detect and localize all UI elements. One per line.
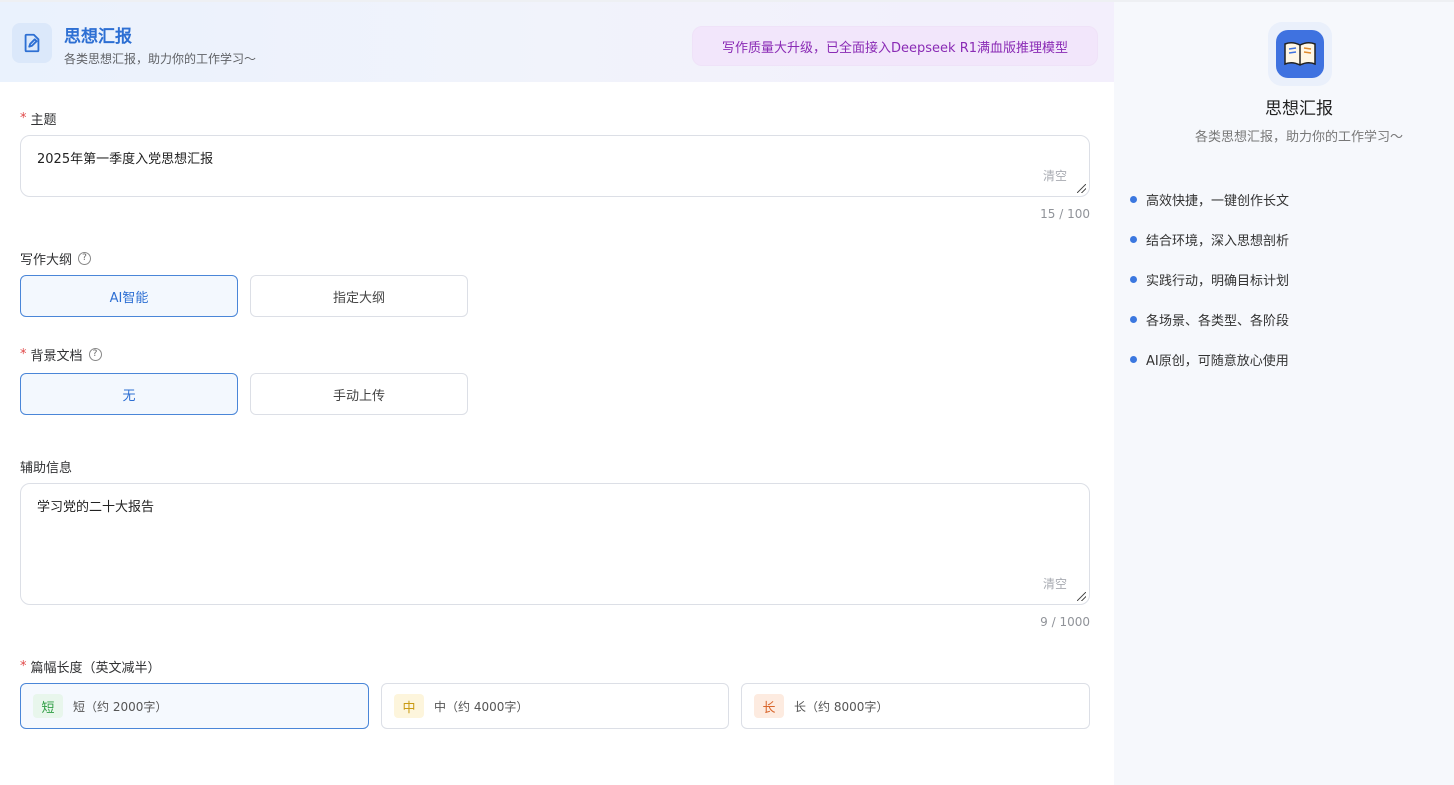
length-label: * 篇幅长度（英文减半） xyxy=(20,659,161,676)
app-subtitle: 各类思想汇报，助力你的工作学习～ xyxy=(64,52,257,66)
aux-info-counter: 9 / 1000 xyxy=(1040,615,1090,629)
length-option-short[interactable]: 短 短（约 2000字） xyxy=(20,683,369,729)
length-option-long[interactable]: 长 长（约 8000字） xyxy=(741,683,1090,729)
background-doc-option-upload[interactable]: 手动上传 xyxy=(250,373,468,415)
app-logo xyxy=(1268,22,1332,86)
question-circle-icon[interactable]: ? xyxy=(88,348,102,361)
topic-label: * 主题 xyxy=(20,111,57,128)
bullet-dot-icon xyxy=(1130,196,1137,203)
resize-handle[interactable] xyxy=(1077,592,1086,601)
feature-item: 结合环境，深入思想剖析 xyxy=(1130,230,1289,249)
sidebar-title: 思想汇报 xyxy=(1265,99,1333,119)
length-text-short: 短（约 2000字） xyxy=(73,699,168,714)
header-bar: 思想汇报 各类思想汇报，助力你的工作学习～ 写作质量大升级，已全面接入Deeps… xyxy=(0,2,1114,82)
outline-label: 写作大纲 ? xyxy=(20,249,92,268)
bullet-dot-icon xyxy=(1130,276,1137,283)
edit-document-icon xyxy=(12,23,52,63)
feature-item: AI原创，可随意放心使用 xyxy=(1130,350,1289,369)
outline-option-custom[interactable]: 指定大纲 xyxy=(250,275,468,317)
aux-info-value: 学习党的二十大报告 xyxy=(37,500,155,515)
question-circle-icon[interactable]: ? xyxy=(78,252,92,265)
length-text-long: 长（约 8000字） xyxy=(794,699,889,714)
length-tag-long: 长 xyxy=(754,694,784,718)
required-mark: * xyxy=(20,111,27,126)
app-title: 思想汇报 xyxy=(64,27,132,47)
resize-handle[interactable] xyxy=(1077,184,1086,193)
main-panel: 思想汇报 各类思想汇报，助力你的工作学习～ 写作质量大升级，已全面接入Deeps… xyxy=(0,2,1114,785)
topic-value: 2025年第一季度入党思想汇报 xyxy=(37,152,214,167)
aux-info-label: 辅助信息 xyxy=(20,461,73,476)
sidebar-panel: 思想汇报 各类思想汇报，助力你的工作学习～ 高效快捷，一键创作长文 结合环境，深… xyxy=(1114,2,1454,785)
topic-counter: 15 / 100 xyxy=(1040,207,1090,221)
background-doc-label: * 背景文档 ? xyxy=(20,345,102,364)
bullet-dot-icon xyxy=(1130,236,1137,243)
feature-item: 各场景、各类型、各阶段 xyxy=(1130,310,1289,329)
promo-banner[interactable]: 写作质量大升级，已全面接入Deepseek R1满血版推理模型 xyxy=(692,26,1098,66)
topic-input[interactable]: 2025年第一季度入党思想汇报 清空 xyxy=(20,135,1090,197)
bullet-dot-icon xyxy=(1130,316,1137,323)
sidebar-subtitle: 各类思想汇报，助力你的工作学习～ xyxy=(1194,130,1403,145)
required-mark: * xyxy=(20,347,27,362)
length-option-medium[interactable]: 中 中（约 4000字） xyxy=(381,683,729,729)
length-tag-medium: 中 xyxy=(394,694,424,718)
length-tag-short: 短 xyxy=(33,694,63,718)
bullet-dot-icon xyxy=(1130,356,1137,363)
background-doc-option-none[interactable]: 无 xyxy=(20,373,238,415)
length-text-medium: 中（约 4000字） xyxy=(434,699,529,714)
aux-info-input[interactable]: 学习党的二十大报告 清空 xyxy=(20,483,1090,605)
required-mark: * xyxy=(20,659,27,674)
feature-item: 高效快捷，一键创作长文 xyxy=(1130,190,1289,209)
outline-option-ai[interactable]: AI智能 xyxy=(20,275,238,317)
aux-info-clear-button[interactable]: 清空 xyxy=(1043,575,1067,592)
topic-clear-button[interactable]: 清空 xyxy=(1043,167,1067,184)
feature-item: 实践行动，明确目标计划 xyxy=(1130,270,1289,289)
open-book-icon xyxy=(1276,30,1324,78)
